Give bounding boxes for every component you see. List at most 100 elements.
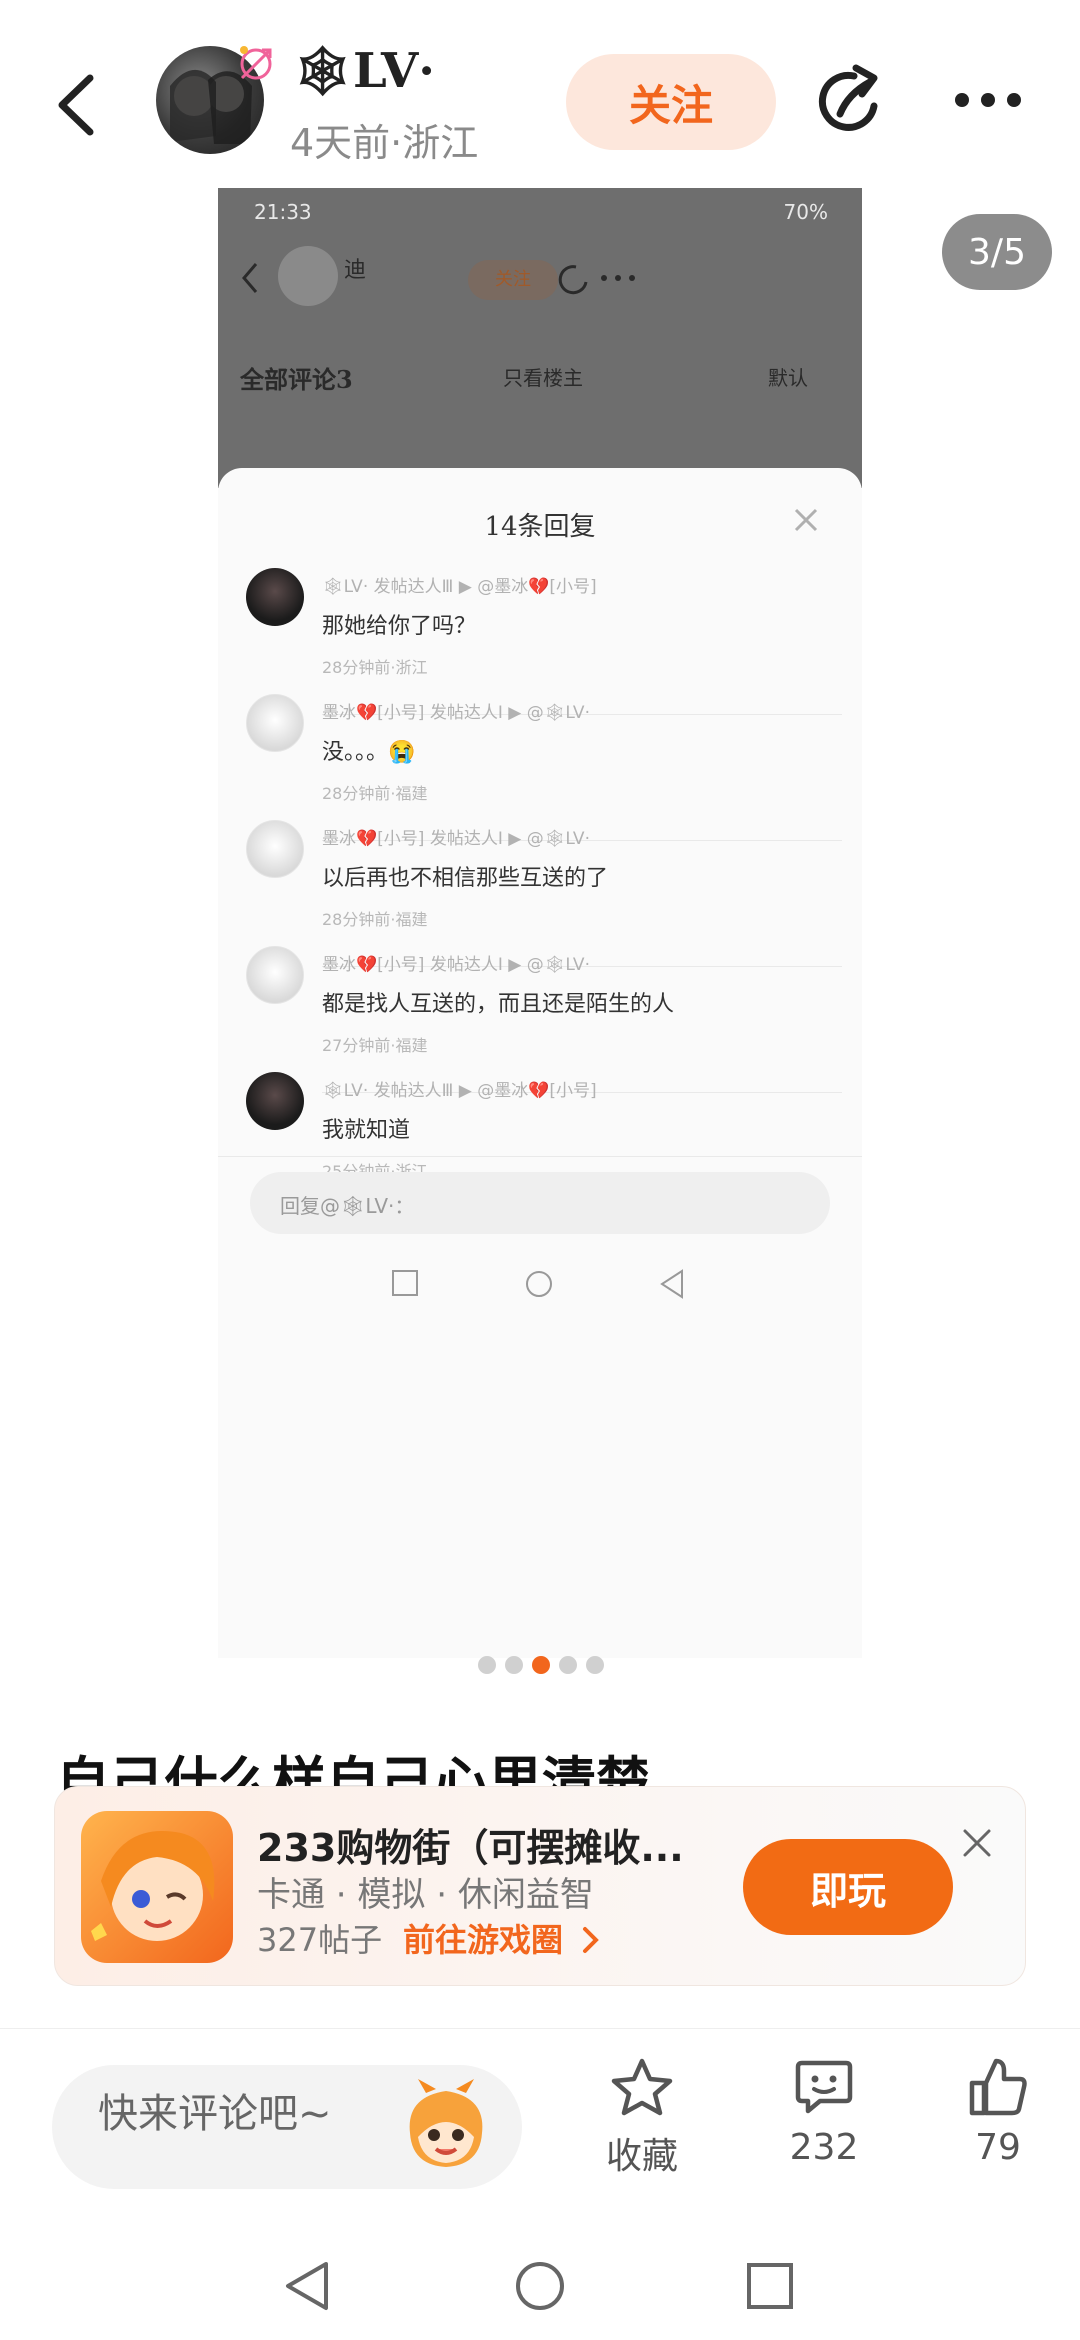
- favorite-button[interactable]: 收藏: [582, 2055, 702, 2177]
- image-sheet-divider: [218, 1156, 862, 1157]
- post-meta: 4天前·浙江: [290, 121, 479, 165]
- image-comments-header: 全部评论3 只看楼主 默认: [218, 348, 862, 398]
- image-reply-avatar: [246, 694, 304, 752]
- comment-count-button[interactable]: 232: [764, 2055, 884, 2175]
- comment-icon: [795, 2060, 853, 2114]
- image-follow-button: 关注: [468, 260, 558, 300]
- star-icon: [611, 2058, 673, 2116]
- image-comments-count: 全部评论3: [240, 365, 353, 394]
- image-status-time: 21:33: [254, 200, 312, 224]
- image-sort-label: 默认: [768, 366, 808, 390]
- image-reply-badge: 发帖达人Ⅰ: [429, 955, 503, 975]
- more-button[interactable]: [948, 80, 1028, 120]
- image-reply-text: 那她给你了吗？: [322, 614, 477, 639]
- image-filter-label: 只看楼主: [503, 366, 583, 390]
- bottom-action-bar: 快来评论吧~ 收藏 232 79: [0, 2028, 1080, 2189]
- image-close-icon: [794, 508, 818, 532]
- image-reply-target: @🕸LV·: [526, 703, 590, 723]
- image-reply-header: 墨冰💔[小号] 发帖达人Ⅰ ▶ @🕸LV·: [322, 829, 590, 849]
- game-icon[interactable]: [81, 1811, 233, 1963]
- ad-close-button[interactable]: [959, 1825, 995, 1861]
- image-reply-author: 墨冰💔[小号]: [322, 829, 425, 849]
- image-back-nav-icon: [660, 1269, 683, 1299]
- play-now-button[interactable]: 即玩: [743, 1839, 953, 1935]
- carousel-dot[interactable]: [505, 1656, 523, 1674]
- image-nav-bar: [218, 1254, 862, 1314]
- thumbs-up-icon: [969, 2058, 1027, 2116]
- share-icon: [818, 64, 878, 131]
- image-reply-author: 墨冰💔[小号]: [322, 703, 425, 723]
- back-arrow-icon: [58, 74, 94, 136]
- carousel-dot-active[interactable]: [532, 1656, 550, 1674]
- image-replies-sheet: 14条回复 🕸LV· 发帖达人Ⅲ ▶ @墨冰💔[小号] 那她给你了吗？ 28分钟…: [218, 468, 862, 1658]
- image-reply-time: 28分钟前·浙江: [322, 658, 428, 677]
- image-reply-target: @🕸LV·: [526, 829, 590, 849]
- image-author-name: 迪: [344, 258, 367, 283]
- game-tags: 卡通 · 模拟 · 休闲益智: [257, 1875, 594, 1915]
- image-reply-badge: 发帖达人Ⅰ: [429, 829, 503, 849]
- image-reply-avatar: [246, 946, 304, 1004]
- carousel-dot[interactable]: [586, 1656, 604, 1674]
- mascot-icon[interactable]: [396, 2077, 496, 2173]
- image-reply-target: @🕸LV·: [526, 955, 590, 975]
- carousel-dot[interactable]: [559, 1656, 577, 1674]
- image-avatar: [278, 246, 338, 306]
- image-home-icon: [526, 1271, 552, 1297]
- image-reply-header: 墨冰💔[小号] 发帖达人Ⅰ ▶ @🕸LV·: [322, 703, 590, 723]
- comment-count: 232: [789, 2127, 859, 2168]
- game-circle-link[interactable]: 前往游戏圈: [403, 1915, 602, 1961]
- image-reply-time: 28分钟前·福建: [322, 784, 428, 803]
- author-name[interactable]: 🕸LV·: [292, 42, 435, 99]
- post-header: 🕸LV· 4天前·浙江 关注: [0, 0, 1080, 185]
- chevron-right-icon: [583, 1927, 599, 1953]
- image-dimmed-area: 21:33 70% 迪 关注 全部评论3 只看楼主 默认: [218, 188, 862, 488]
- image-reply-badge: 发帖达人Ⅲ: [373, 1081, 454, 1101]
- favorite-label: 收藏: [605, 2136, 678, 2177]
- image-more-icon: [601, 275, 635, 281]
- image-reply-text: 我就知道: [322, 1118, 411, 1143]
- image-reply-target: @墨冰💔[小号]: [477, 577, 597, 597]
- image-page-indicator: 3/5: [942, 214, 1052, 290]
- image-post-header: 迪 关注: [218, 238, 862, 318]
- image-reply-text: 以后再也不相信那些互送的了: [322, 866, 609, 891]
- game-post-count: 327帖子: [257, 1921, 383, 1959]
- image-recent-apps-icon: [392, 1270, 418, 1296]
- image-status-bar: 21:33 70%: [218, 188, 862, 234]
- more-icon: [955, 93, 1021, 107]
- nav-recent-apps-icon[interactable]: [744, 2260, 796, 2312]
- game-title[interactable]: 233购物街（可摆摊收...: [257, 1817, 684, 1872]
- share-button[interactable]: [810, 62, 890, 142]
- image-reply-badge: 发帖达人Ⅰ: [429, 703, 503, 723]
- like-button[interactable]: 79: [938, 2055, 1058, 2175]
- image-reply-target: @墨冰💔[小号]: [477, 1081, 597, 1101]
- image-status-battery: 70%: [783, 200, 828, 224]
- image-reply-avatar: [246, 568, 304, 626]
- image-back-icon: [242, 263, 258, 293]
- image-reply-author: 墨冰💔[小号]: [322, 955, 425, 975]
- image-sheet-title: 14条回复: [484, 512, 596, 542]
- game-circle-link-label: 前往游戏圈: [403, 1921, 564, 1959]
- carousel-dot[interactable]: [478, 1656, 496, 1674]
- image-reply-header: 墨冰💔[小号] 发帖达人Ⅰ ▶ @🕸LV·: [322, 955, 590, 975]
- game-ad-card[interactable]: 233购物街（可摆摊收... 卡通 · 模拟 · 休闲益智 327帖子 前往游戏…: [54, 1786, 1026, 1986]
- like-count: 79: [975, 2127, 1021, 2168]
- image-reply-author: 🕸LV·: [322, 577, 369, 597]
- carousel-dots: [478, 1656, 608, 1676]
- nav-home-icon[interactable]: [512, 2258, 568, 2314]
- image-reply-time: 27分钟前·福建: [322, 1036, 428, 1055]
- post-image[interactable]: 21:33 70% 迪 关注 全部评论3 只看楼主 默认 14条回复 🕸LV· …: [218, 188, 862, 1658]
- image-reply-header: 🕸LV· 发帖达人Ⅲ ▶ @墨冰💔[小号]: [322, 1081, 597, 1101]
- image-reply-author: 🕸LV·: [322, 1081, 369, 1101]
- image-share-icon: [558, 265, 588, 295]
- system-nav-bar: [0, 2240, 1080, 2340]
- image-reply-header: 🕸LV· 发帖达人Ⅲ ▶ @墨冰💔[小号]: [322, 577, 597, 597]
- avatar-frame-decoration: [232, 40, 280, 88]
- image-reply-avatar: [246, 1072, 304, 1130]
- image-reply-text: 没。。。😭: [322, 740, 416, 765]
- image-reply-avatar: [246, 820, 304, 878]
- image-reply-time: 28分钟前·福建: [322, 910, 428, 929]
- follow-button[interactable]: 关注: [566, 54, 776, 150]
- image-reply-badge: 发帖达人Ⅲ: [373, 577, 454, 597]
- nav-back-icon[interactable]: [282, 2258, 332, 2314]
- back-button[interactable]: [52, 70, 102, 140]
